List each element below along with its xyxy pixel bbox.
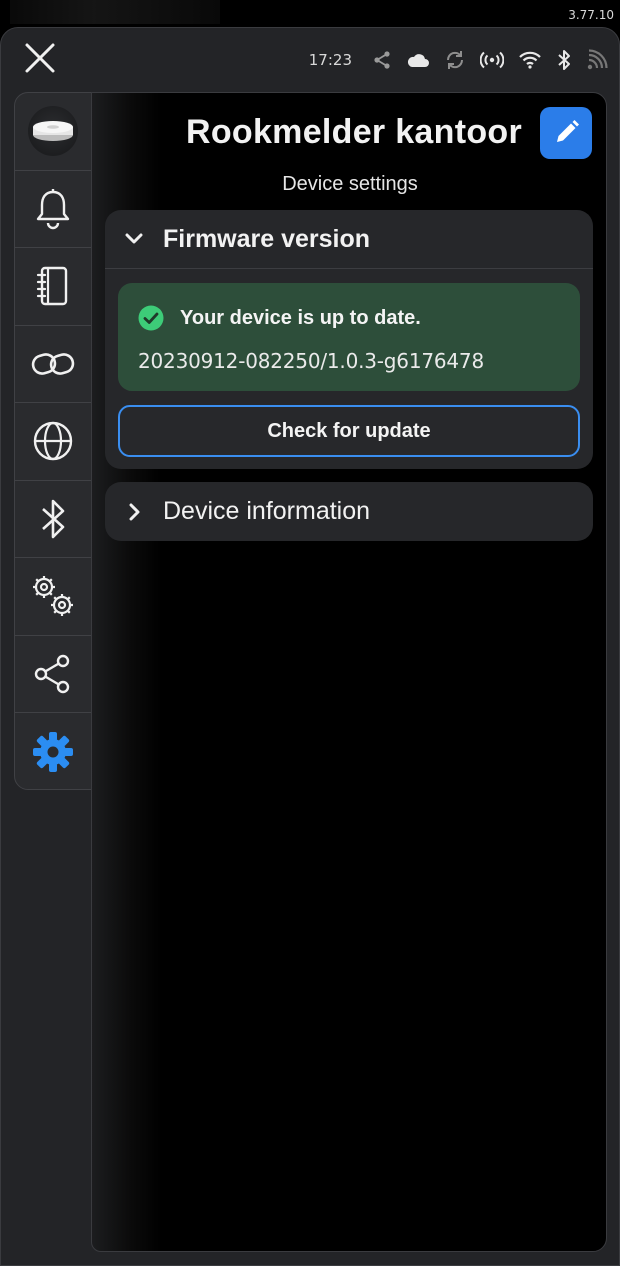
status-bar: 17:23 — [309, 44, 608, 76]
settings-gear-icon — [33, 731, 73, 772]
firmware-status-box: Your device is up to date. 20230912-0822… — [118, 283, 580, 391]
device-information-card: Device information — [105, 482, 593, 541]
device-information-header[interactable]: Device information — [105, 482, 593, 541]
firmware-status-message: Your device is up to date. — [180, 306, 421, 329]
firmware-header-label: Firmware version — [163, 224, 371, 253]
firmware-version-string: 20230912-082250/1.0.3-g6176478 — [138, 349, 484, 373]
pencil-icon — [557, 120, 579, 142]
share-status-icon — [374, 51, 390, 69]
bluetooth-status-icon — [558, 50, 570, 70]
page-subtitle: Device settings — [282, 173, 418, 195]
sidebar-item-device[interactable] — [15, 93, 91, 171]
sidebar-item-sharing[interactable] — [15, 636, 91, 713]
notebook-icon — [36, 267, 68, 306]
broadcast-icon — [480, 51, 504, 69]
device-information-label: Device information — [163, 497, 371, 525]
sidebar-item-advanced[interactable] — [15, 558, 91, 636]
sidebar-item-log[interactable] — [15, 248, 91, 326]
link-icon — [31, 352, 75, 375]
edit-name-button[interactable] — [540, 107, 592, 159]
rss-icon — [587, 49, 608, 70]
close-icon — [25, 43, 55, 73]
bluetooth-icon — [42, 499, 65, 539]
firmware-header[interactable]: Firmware version — [105, 210, 593, 269]
check-for-update-button[interactable]: Check for update — [118, 405, 580, 457]
share-icon — [34, 654, 70, 693]
smoke-detector-icon — [28, 106, 78, 157]
firmware-card: Firmware version Your device is up to da… — [105, 210, 593, 469]
sidebar-item-settings[interactable] — [15, 713, 91, 789]
bell-icon — [36, 188, 70, 229]
wifi-icon — [519, 51, 541, 69]
sidebar-item-network[interactable] — [15, 403, 91, 481]
gears-icon — [33, 576, 73, 617]
cloud-icon — [407, 54, 429, 67]
sidebar-item-notifications[interactable] — [15, 171, 91, 248]
globe-icon — [33, 422, 73, 461]
sidebar-item-links[interactable] — [15, 326, 91, 403]
sidebar — [14, 92, 92, 790]
app-version: 3.77.10 — [568, 8, 614, 22]
close-button[interactable] — [22, 40, 58, 76]
content-area: Rookmelder kantoor Device settings Firmw… — [91, 92, 607, 1252]
firmware-status-line: Your device is up to date. — [138, 305, 421, 331]
chevron-right-icon — [129, 503, 140, 520]
check-circle-icon — [138, 305, 164, 331]
chevron-down-icon — [125, 233, 143, 244]
sidebar-item-bluetooth[interactable] — [15, 481, 91, 558]
top-blur-area — [10, 0, 220, 24]
status-time: 17:23 — [308, 51, 352, 69]
sync-icon — [446, 51, 464, 69]
page-title: Rookmelder kantoor — [185, 113, 522, 151]
